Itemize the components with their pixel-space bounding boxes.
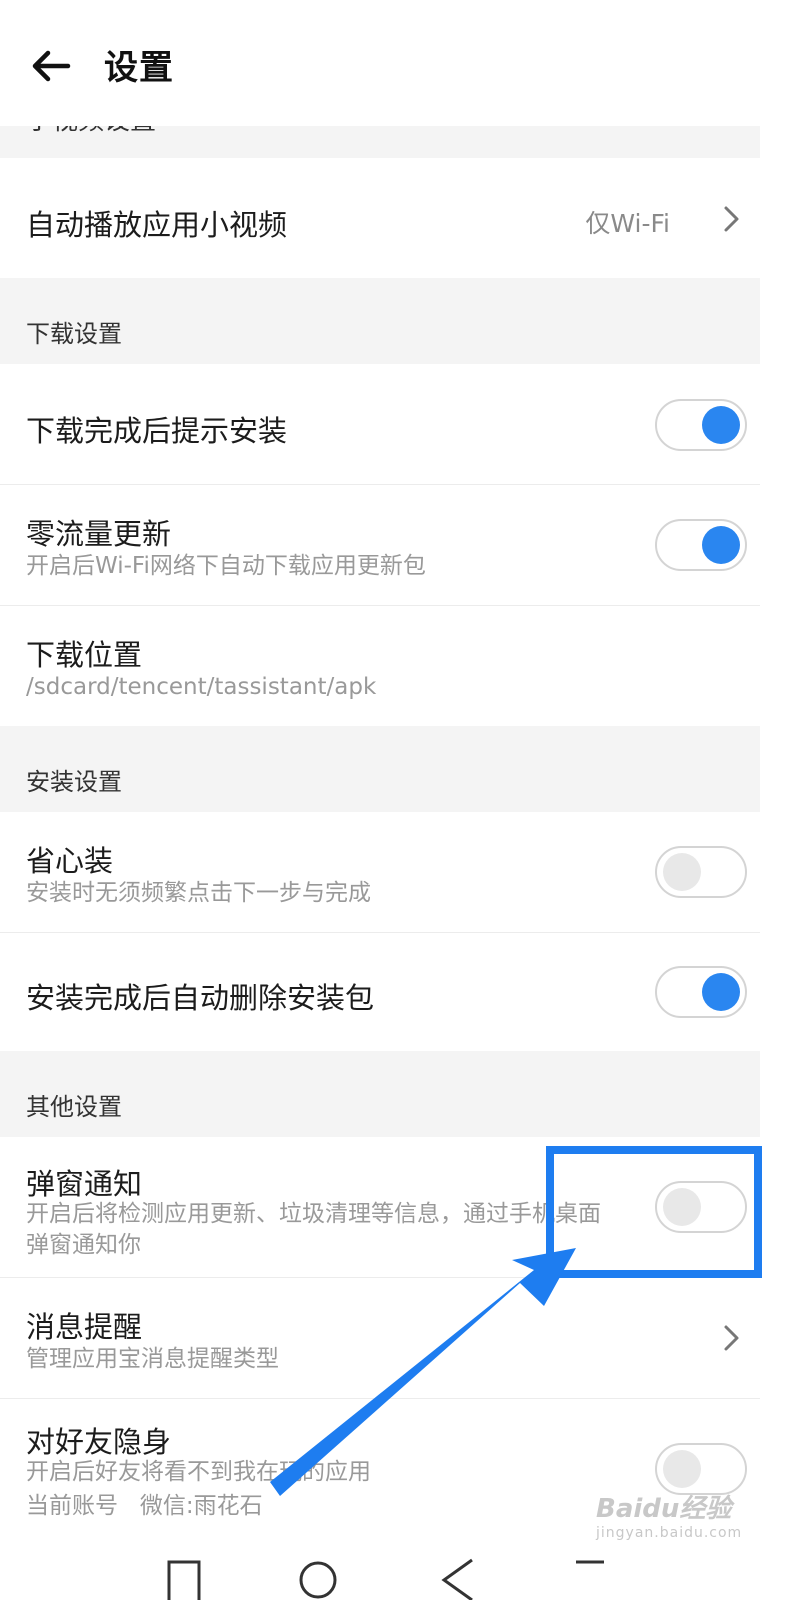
watermark-url: jingyan.baidu.com (596, 1525, 743, 1541)
annotation-arrow-icon (270, 1248, 576, 1496)
baidu-watermark: Baidu经验 jingyan.baidu.com (596, 1488, 742, 1541)
watermark-brand: Baidu经验 (596, 1494, 732, 1524)
